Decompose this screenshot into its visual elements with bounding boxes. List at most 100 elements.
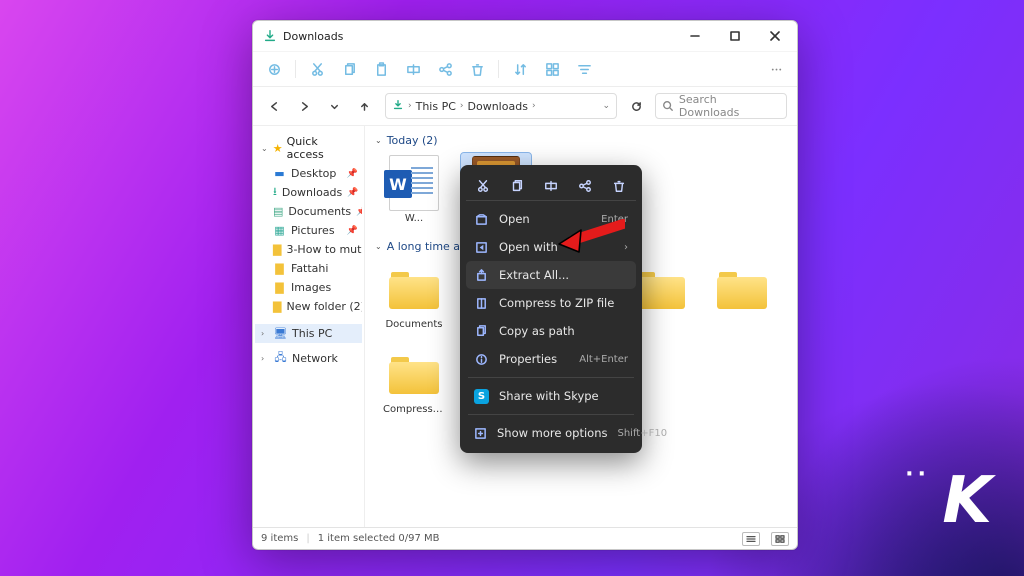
ctx-show-more[interactable]: Show more optionsShift+F10	[466, 419, 636, 447]
sidebar-item-folder[interactable]: ▇Images	[255, 278, 362, 297]
separator	[468, 414, 634, 415]
folder-icon	[389, 354, 439, 394]
more-button[interactable]	[763, 56, 789, 82]
address-bar[interactable]: › This PC › Downloads › ⌄	[385, 93, 617, 119]
file-folder[interactable]: Documents	[379, 259, 449, 334]
separator	[468, 377, 634, 378]
view-button[interactable]	[539, 56, 565, 82]
title-bar: Downloads	[253, 21, 797, 51]
sidebar-item-pictures[interactable]: ▦Pictures📌	[255, 221, 362, 240]
sidebar-item-network[interactable]: ›🖧Network	[255, 349, 362, 368]
ctx-extract-all[interactable]: Extract All...	[466, 261, 636, 289]
icons-view-button[interactable]	[771, 532, 789, 546]
search-icon	[662, 100, 674, 112]
maximize-button[interactable]	[715, 22, 755, 50]
filter-button[interactable]	[571, 56, 597, 82]
status-item-count: 9 items	[261, 533, 298, 544]
file-folder[interactable]: Compressed	[379, 344, 449, 419]
open-icon	[474, 212, 489, 227]
sidebar-item-downloads[interactable]: ⭳Downloads📌	[255, 183, 362, 202]
command-toolbar	[253, 51, 797, 87]
cut-button[interactable]	[304, 56, 330, 82]
pin-icon: 📌	[347, 226, 358, 236]
extract-icon	[474, 268, 489, 283]
status-selection: 1 item selected 0/97 MB	[318, 533, 440, 544]
folder-icon: ▇	[273, 262, 286, 275]
copy-button[interactable]	[336, 56, 362, 82]
ctx-copy-path[interactable]: Copy as path	[466, 317, 636, 345]
back-button[interactable]	[263, 95, 285, 117]
close-button[interactable]	[755, 22, 795, 50]
sidebar-quick-access[interactable]: ⌄ ★ Quick access	[255, 132, 362, 164]
ctx-open-with[interactable]: Open with›	[466, 233, 636, 261]
ctx-cut-icon[interactable]	[471, 174, 495, 198]
recent-dropdown[interactable]	[323, 95, 345, 117]
sidebar-item-desktop[interactable]: ▬Desktop📌	[255, 164, 362, 183]
chevron-right-icon: ›	[408, 101, 412, 111]
chevron-right-icon: ›	[261, 354, 269, 363]
ctx-share-skype[interactable]: SShare with Skype	[466, 382, 636, 410]
file-folder[interactable]	[707, 259, 777, 334]
ctx-delete-icon[interactable]	[607, 174, 631, 198]
chevron-right-icon: ›	[532, 101, 536, 111]
details-view-button[interactable]	[742, 532, 760, 546]
sidebar-item-documents[interactable]: ▤Documents📌	[255, 202, 362, 221]
forward-button[interactable]	[293, 95, 315, 117]
sidebar-item-folder[interactable]: ▇New folder (2)	[255, 297, 362, 316]
search-box[interactable]: Search Downloads	[655, 93, 787, 119]
ctx-copy-icon[interactable]	[505, 174, 529, 198]
skype-icon: S	[474, 389, 489, 404]
refresh-button[interactable]	[625, 95, 647, 117]
pc-icon: 🖥	[274, 327, 287, 340]
folder-icon: ▇	[273, 281, 286, 294]
ctx-open[interactable]: OpenEnter	[466, 205, 636, 233]
delete-button[interactable]	[464, 56, 490, 82]
minimize-button[interactable]	[675, 22, 715, 50]
up-button[interactable]	[353, 95, 375, 117]
pin-icon: 📌	[356, 207, 362, 217]
downloads-icon	[392, 99, 404, 114]
desktop-icon: ▬	[273, 167, 286, 180]
context-menu: OpenEnter Open with› Extract All... Comp…	[460, 165, 642, 453]
sidebar-item-this-pc[interactable]: ›🖥This PC	[255, 324, 362, 343]
pin-icon: 📌	[347, 188, 358, 198]
group-header-today[interactable]: ⌄Today (2)	[375, 132, 787, 153]
navigation-sidebar: ⌄ ★ Quick access ▬Desktop📌 ⭳Downloads📌 ▤…	[253, 126, 365, 527]
search-placeholder: Search Downloads	[679, 93, 780, 119]
file-word-document[interactable]: W W...	[379, 153, 449, 228]
pin-icon: 📌	[347, 169, 358, 179]
pictures-icon: ▦	[273, 224, 286, 237]
downloads-icon: ⭳	[273, 186, 277, 199]
status-bar: 9 items | 1 item selected 0/97 MB	[253, 527, 797, 549]
sort-button[interactable]	[507, 56, 533, 82]
properties-icon	[474, 352, 489, 367]
open-with-icon	[474, 240, 489, 255]
chevron-right-icon: ›	[624, 242, 628, 253]
chevron-down-icon[interactable]: ⌄	[602, 101, 610, 111]
share-button[interactable]	[432, 56, 458, 82]
paste-button[interactable]	[368, 56, 394, 82]
rename-button[interactable]	[400, 56, 426, 82]
network-icon: 🖧	[274, 352, 287, 365]
window-title: Downloads	[283, 30, 343, 43]
new-button[interactable]	[261, 56, 287, 82]
address-row: › This PC › Downloads › ⌄ Search Downloa…	[253, 87, 797, 125]
breadcrumb-root[interactable]: This PC	[416, 100, 456, 113]
chevron-down-icon: ⌄	[261, 144, 269, 153]
ctx-rename-icon[interactable]	[539, 174, 563, 198]
word-document-icon: W	[389, 155, 439, 211]
sidebar-item-folder[interactable]: ▇Fattahi	[255, 259, 362, 278]
breadcrumb-folder[interactable]: Downloads	[468, 100, 528, 113]
chevron-right-icon: ›	[460, 101, 464, 111]
watermark-logo: K	[942, 464, 988, 538]
ctx-compress[interactable]: Compress to ZIP file	[466, 289, 636, 317]
ctx-share-icon[interactable]	[573, 174, 597, 198]
folder-icon	[635, 269, 685, 309]
ctx-properties[interactable]: PropertiesAlt+Enter	[466, 345, 636, 373]
downloads-icon	[263, 29, 277, 43]
sidebar-item-folder[interactable]: ▇3-How to mute pe	[255, 240, 362, 259]
documents-icon: ▤	[273, 205, 283, 218]
folder-icon: ▇	[273, 300, 281, 313]
chevron-down-icon: ⌄	[375, 136, 382, 145]
chevron-right-icon: ›	[261, 329, 269, 338]
